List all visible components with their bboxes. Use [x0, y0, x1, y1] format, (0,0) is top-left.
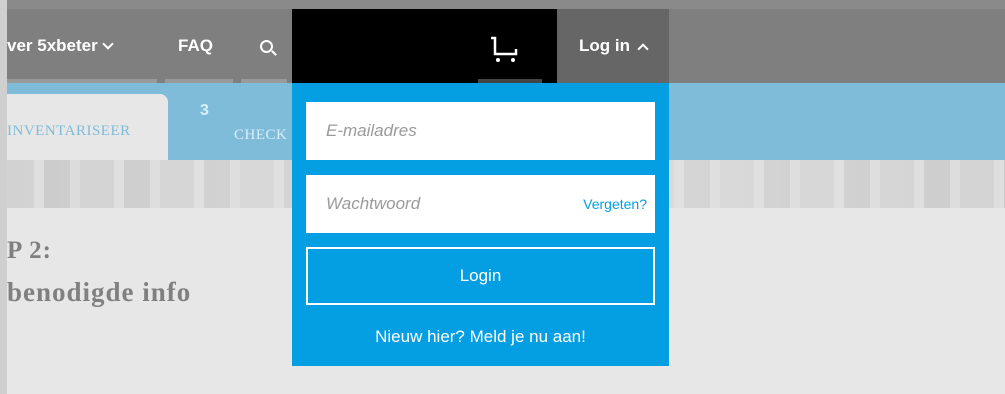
register-link[interactable]: Nieuw hier? Meld je nu aan! [292, 327, 669, 347]
nav-over-label: ver 5xbeter [7, 36, 98, 55]
window-top-edge [0, 0, 1005, 9]
search-icon [260, 39, 273, 53]
forgot-password-link[interactable]: Vergeten? [583, 196, 647, 212]
login-button[interactable]: Login [306, 247, 655, 305]
email-placeholder: E-mailadres [326, 121, 417, 140]
search-button[interactable] [260, 9, 273, 83]
step-tab-check[interactable]: CHECK [234, 127, 292, 144]
password-placeholder: Wachtwoord [326, 194, 421, 213]
step-number: 3 [200, 102, 209, 119]
cart-outline [491, 36, 518, 56]
password-field[interactable]: Wachtwoord Vergeten? [306, 175, 655, 233]
chevron-down-icon [102, 37, 114, 50]
cart-icon[interactable] [484, 35, 524, 65]
step-tab-inventariseer[interactable]: INVENTARISEER [0, 94, 168, 160]
step-heading: P 2: [7, 237, 52, 264]
chevron-up-icon [637, 43, 649, 55]
email-field[interactable]: E-mailadres [306, 102, 655, 160]
nav-faq[interactable]: FAQ [178, 9, 213, 83]
nav-over-5xbeter[interactable]: ver 5xbeter [7, 9, 114, 83]
step-tab-label: INVENTARISEER [7, 123, 131, 139]
login-toggle[interactable]: Log in [557, 9, 669, 83]
nav-faq-label: FAQ [178, 36, 213, 55]
login-toggle-label: Log in [579, 36, 630, 55]
login-button-label: Login [459, 266, 502, 285]
page: ver 5xbeter FAQ Log in INVENTARISEER 3 C… [0, 0, 1005, 394]
step-subtitle: benodigde info [7, 277, 192, 307]
cart-wheel-right [511, 58, 515, 62]
login-dropdown: E-mailadres Wachtwoord Vergeten? Login N… [292, 83, 669, 366]
cart-wheel-left [496, 58, 500, 62]
window-left-edge [0, 0, 7, 394]
